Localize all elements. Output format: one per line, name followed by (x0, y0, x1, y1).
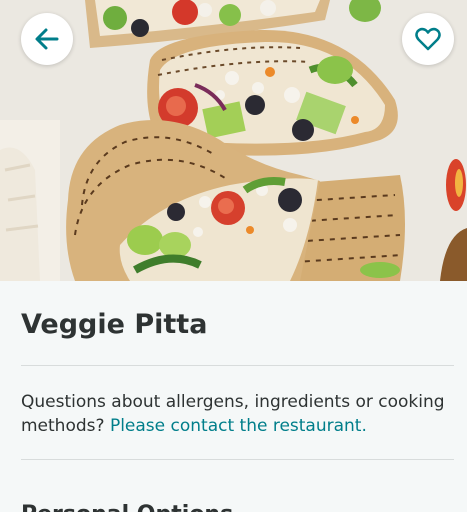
contact-restaurant-link[interactable]: Please contact the restaurant. (110, 416, 367, 436)
divider (21, 459, 454, 460)
product-title: Veggie Pitta (21, 309, 208, 340)
arrow-left-icon (35, 28, 59, 50)
section-heading: Personal Options (21, 502, 233, 512)
allergen-info: Questions about allergens, ingredients o… (21, 390, 461, 438)
favourite-button[interactable] (402, 13, 454, 65)
divider (21, 365, 454, 366)
heart-icon (415, 27, 441, 51)
menu-item-page: Veggie Pitta Questions about allergens, … (0, 0, 467, 512)
product-details: Veggie Pitta Questions about allergens, … (0, 281, 467, 512)
back-button[interactable] (21, 13, 73, 65)
